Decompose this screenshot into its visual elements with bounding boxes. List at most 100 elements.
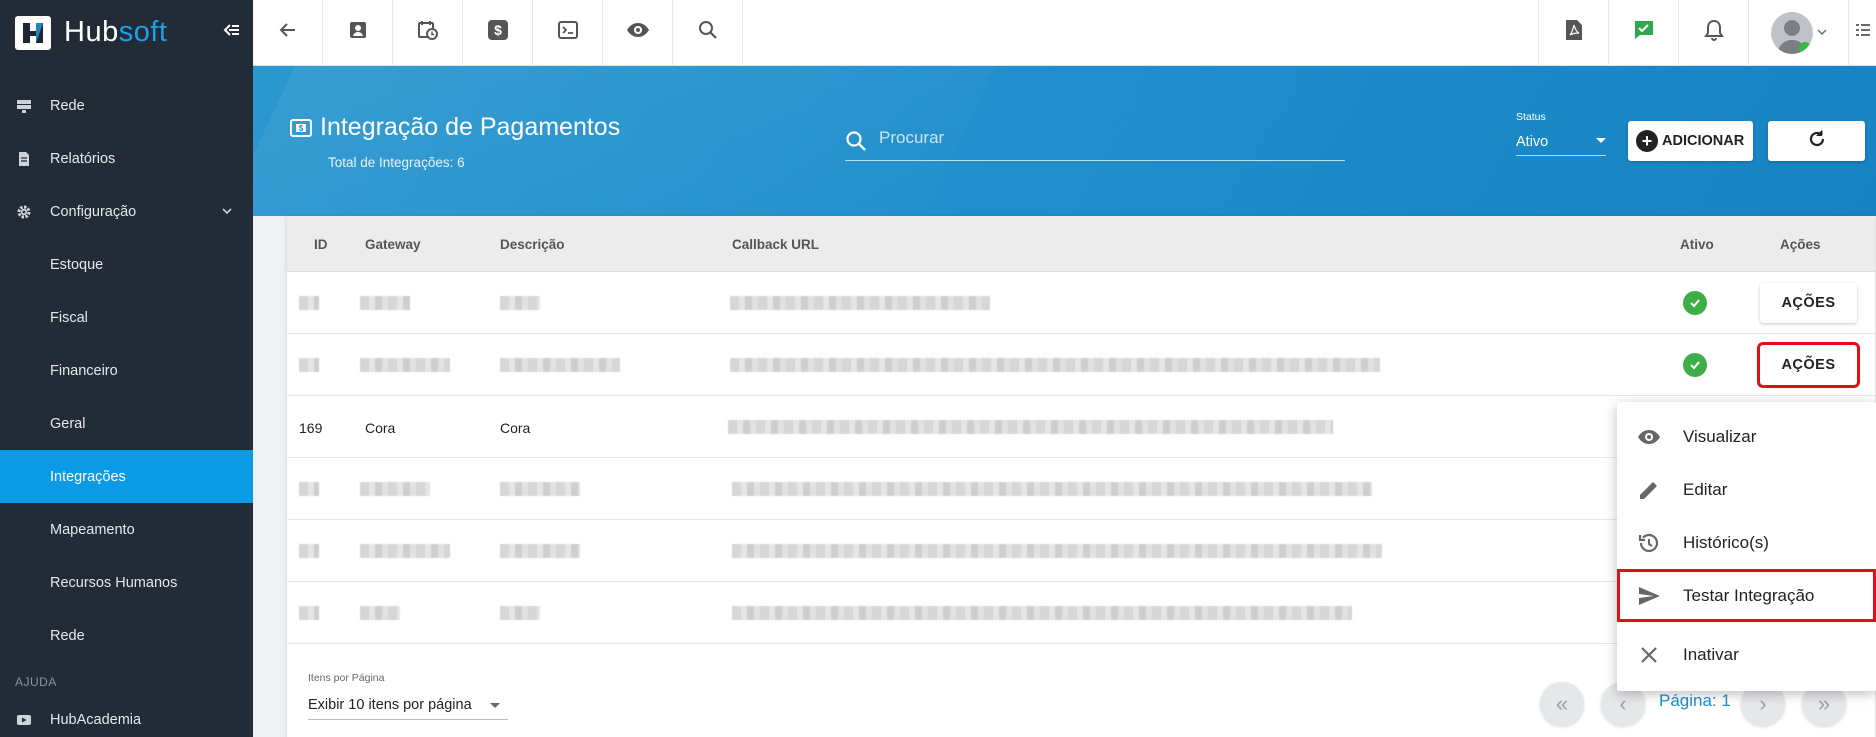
sidebar-item-hubacademia[interactable]: HubAcademia (0, 700, 253, 737)
menu-item-label: Editar (1683, 479, 1728, 499)
pdf-icon (1565, 19, 1583, 46)
actions-menu: Visualizar Editar Histórico(s) Testar In… (1617, 402, 1876, 691)
user-menu[interactable] (1748, 0, 1848, 65)
view-button[interactable] (603, 0, 673, 65)
column-header-ativo[interactable]: Ativo (1680, 237, 1714, 252)
status-value: Ativo (1516, 134, 1549, 150)
add-button[interactable]: + ADICIONAR (1628, 121, 1753, 161)
menu-item-testar-integracao[interactable]: Testar Integração (1617, 569, 1876, 622)
refresh-button[interactable] (1768, 121, 1865, 161)
back-button[interactable] (253, 0, 323, 65)
collapse-menu-icon[interactable] (221, 20, 241, 40)
sidebar-item-geral[interactable]: Geral (0, 397, 253, 450)
chevron-left-icon: ‹ (1619, 691, 1627, 716)
sidebar-item-mapeamento[interactable]: Mapeamento (0, 503, 253, 556)
sidebar-item-label: Estoque (50, 256, 104, 273)
notifications-button[interactable] (1678, 0, 1748, 65)
arrow-left-icon (278, 20, 298, 45)
bell-icon (1703, 19, 1724, 46)
double-chevron-right-icon: » (1817, 691, 1831, 716)
sidebar-item-fiscal[interactable]: Fiscal (0, 291, 253, 344)
items-per-page-value: Exibir 10 itens por página (308, 697, 472, 713)
sidebar-item-relatorios[interactable]: Relatórios (0, 132, 253, 185)
items-per-page-select[interactable]: Exibir 10 itens por página (308, 692, 508, 720)
cell-descricao: Cora (500, 420, 531, 436)
document-icon (16, 151, 32, 167)
tasks-button[interactable] (1608, 0, 1678, 65)
more-menu-button[interactable] (1848, 0, 1876, 65)
sidebar-item-label: Relatórios (50, 150, 116, 167)
terminal-icon (557, 20, 578, 45)
table-header: ID Gateway Descrição Callback URL Ativo … (287, 216, 1875, 272)
sidebar-item-label: Fiscal (50, 309, 88, 326)
menu-item-label: Visualizar (1683, 426, 1757, 446)
table-row[interactable]: AÇÕES (287, 334, 1875, 396)
check-circle-icon (1683, 291, 1707, 315)
check-circle-icon (1683, 353, 1707, 377)
sidebar-item-configuracao[interactable]: Configuração (0, 185, 253, 238)
column-header-descricao[interactable]: Descrição (500, 237, 565, 252)
pdf-button[interactable] (1538, 0, 1608, 65)
menu-item-inativar[interactable]: Inativar (1617, 628, 1876, 681)
redacted-descricao (500, 482, 580, 496)
redacted-gateway (360, 606, 400, 620)
redacted-descricao (500, 296, 540, 310)
actions-button[interactable]: AÇÕES (1760, 283, 1857, 323)
redacted-callback-url (730, 296, 990, 310)
menu-item-visualizar[interactable]: Visualizar (1617, 410, 1876, 463)
cell-gateway: Cora (365, 420, 396, 436)
status-label: Status (1516, 111, 1546, 123)
sidebar: Hubsoft Rede Relatórios Configuração Est… (0, 0, 253, 737)
close-icon (1637, 643, 1661, 667)
column-header-id[interactable]: ID (314, 237, 328, 252)
search-button[interactable] (673, 0, 743, 65)
search-icon (698, 20, 718, 45)
contact-card-icon (348, 20, 368, 45)
first-page-button[interactable]: « (1540, 682, 1584, 726)
plus-circle-icon: + (1636, 130, 1658, 152)
history-icon (1637, 531, 1661, 555)
brand[interactable]: Hubsoft (0, 0, 253, 65)
menu-item-editar[interactable]: Editar (1617, 463, 1876, 516)
sidebar-item-label: Geral (50, 415, 86, 432)
finance-button[interactable]: $ (463, 0, 533, 65)
actions-button[interactable]: AÇÕES (1757, 342, 1860, 388)
list-icon (1855, 22, 1870, 43)
menu-item-label: Inativar (1683, 644, 1739, 664)
gear-icon (16, 204, 32, 220)
menu-item-label: Testar Integração (1683, 585, 1815, 605)
sidebar-item-rede[interactable]: Rede (0, 79, 253, 132)
redacted-id (299, 544, 319, 558)
search-input[interactable] (879, 128, 1339, 148)
schedule-button[interactable] (393, 0, 463, 65)
contacts-button[interactable] (323, 0, 393, 65)
sidebar-item-label: Financeiro (50, 362, 118, 379)
calendar-clock-icon (417, 19, 439, 46)
column-header-acoes[interactable]: Ações (1780, 237, 1821, 252)
sidebar-item-rede-config[interactable]: Rede (0, 609, 253, 662)
sidebar-item-label: Rede (50, 97, 85, 114)
sidebar-item-recursos-humanos[interactable]: Recursos Humanos (0, 556, 253, 609)
money-icon: $ (290, 118, 312, 138)
terminal-button[interactable] (533, 0, 603, 65)
column-header-gateway[interactable]: Gateway (365, 237, 421, 252)
sidebar-item-financeiro[interactable]: Financeiro (0, 344, 253, 397)
sidebar-item-integracoes[interactable]: Integrações (0, 450, 253, 503)
sidebar-item-estoque[interactable]: Estoque (0, 238, 253, 291)
redacted-gateway (360, 482, 430, 496)
check-chat-icon (1633, 19, 1655, 46)
redacted-callback-url (732, 606, 1352, 620)
column-header-callback-url[interactable]: Callback URL (732, 237, 819, 252)
table-row[interactable]: AÇÕES (287, 272, 1875, 334)
chevron-right-icon: › (1759, 691, 1767, 716)
redacted-gateway (360, 544, 450, 558)
chevron-down-icon (1817, 24, 1827, 42)
cell-id: 169 (299, 420, 323, 436)
online-status-icon (1798, 41, 1811, 54)
pencil-icon (1637, 478, 1661, 502)
redacted-callback-url (730, 358, 1380, 372)
search-icon (845, 130, 867, 152)
play-icon (16, 712, 32, 728)
status-select[interactable]: Ativo (1516, 128, 1606, 156)
menu-item-historico[interactable]: Histórico(s) (1617, 516, 1876, 569)
